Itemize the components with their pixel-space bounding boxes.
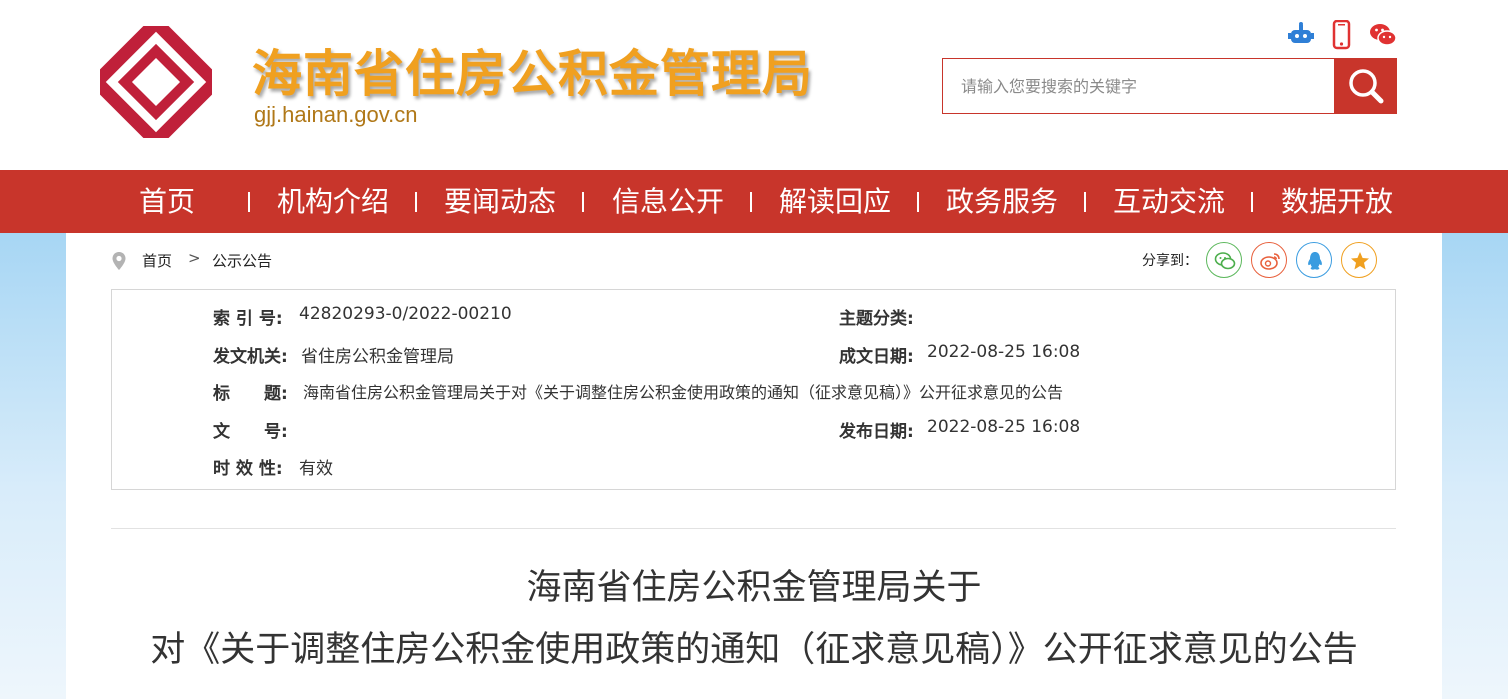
wechat-icon <box>1214 252 1236 270</box>
nav-item-open-data[interactable]: 数据开放 <box>1281 170 1393 233</box>
nav-separator <box>917 192 919 212</box>
nav-separator <box>248 192 250 212</box>
meta-created-value: 2022-08-25 16:08 <box>927 342 1081 362</box>
nav-item-news[interactable]: 要闻动态 <box>444 170 556 233</box>
breadcrumb-separator: > <box>188 249 201 267</box>
weibo-icon <box>1260 253 1280 270</box>
nav-separator <box>1251 192 1253 212</box>
site-title[interactable]: 海南省住房公积金管理局 <box>252 34 813 106</box>
meta-published-value: 2022-08-25 16:08 <box>927 417 1081 437</box>
share-qq-button[interactable] <box>1296 242 1332 278</box>
meta-created-label: 成文日期: <box>839 347 914 367</box>
breadcrumb-current[interactable]: 公示公告 <box>212 250 272 271</box>
nav-separator <box>1084 192 1086 212</box>
meta-topic-label: 主题分类: <box>839 309 914 329</box>
content-panel: 首页 > 公示公告 分享到： 索 引 号: 42820293-0/2022-00… <box>66 233 1442 699</box>
document-meta-box: 索 引 号: 42820293-0/2022-00210 主题分类: 发文机关:… <box>111 289 1396 490</box>
page-background-left <box>0 233 66 699</box>
article-title-line-1: 海南省住房公积金管理局关于 <box>526 568 982 608</box>
breadcrumb-home[interactable]: 首页 <box>142 250 172 271</box>
location-pin-icon <box>112 252 126 270</box>
housing-fund-logo-icon[interactable] <box>100 26 212 138</box>
top-toolbar <box>1286 20 1398 50</box>
wechat-icon[interactable] <box>1368 20 1398 50</box>
nav-item-interpretation[interactable]: 解读回应 <box>779 170 891 233</box>
robot-icon[interactable] <box>1286 20 1316 50</box>
meta-title-value: 海南省住房公积金管理局关于对《关于调整住房公积金使用政策的通知（征求意见稿）》公… <box>303 383 1064 402</box>
meta-docno-label: 文 号: <box>213 422 288 442</box>
nav-item-interaction[interactable]: 互动交流 <box>1113 170 1225 233</box>
star-icon <box>1351 252 1369 270</box>
share-weibo-button[interactable] <box>1251 242 1287 278</box>
nav-item-services[interactable]: 政务服务 <box>946 170 1058 233</box>
page-background-right <box>1442 233 1508 699</box>
share-qzone-button[interactable] <box>1341 242 1377 278</box>
qq-penguin-icon <box>1308 252 1322 270</box>
site-domain: gjj.hainan.gov.cn <box>254 102 418 127</box>
divider <box>111 528 1396 529</box>
meta-title-label: 标 题: <box>213 384 288 404</box>
main-nav: 首页 机构介绍 要闻动态 信息公开 解读回应 政务服务 互动交流 数据开放 <box>0 170 1508 233</box>
nav-separator <box>582 192 584 212</box>
search-input[interactable] <box>942 58 1335 114</box>
meta-index-label: 索 引 号: <box>213 309 283 329</box>
nav-item-about[interactable]: 机构介绍 <box>277 170 389 233</box>
meta-issuer-label: 发文机关: <box>213 347 288 367</box>
nav-item-home[interactable]: 首页 <box>139 170 195 233</box>
share-wechat-button[interactable] <box>1206 242 1242 278</box>
meta-issuer-value: 省住房公积金管理局 <box>301 347 454 367</box>
mobile-phone-icon[interactable] <box>1327 20 1357 50</box>
meta-validity-value: 有效 <box>299 459 333 479</box>
search-icon <box>1349 69 1384 104</box>
meta-validity-label: 时 效 性: <box>213 459 283 479</box>
article-title-line-2: 对《关于调整住房公积金使用政策的通知（征求意见稿）》公开征求意见的公告 <box>150 630 1358 670</box>
nav-separator <box>415 192 417 212</box>
site-header: 海南省住房公积金管理局 gjj.hainan.gov.cn <box>0 0 1508 170</box>
share-label: 分享到： <box>1142 253 1198 269</box>
search-button[interactable] <box>1334 58 1397 114</box>
meta-index-value: 42820293-0/2022-00210 <box>299 304 512 324</box>
nav-separator <box>750 192 752 212</box>
meta-published-label: 发布日期: <box>839 422 914 442</box>
nav-item-disclosure[interactable]: 信息公开 <box>612 170 724 233</box>
